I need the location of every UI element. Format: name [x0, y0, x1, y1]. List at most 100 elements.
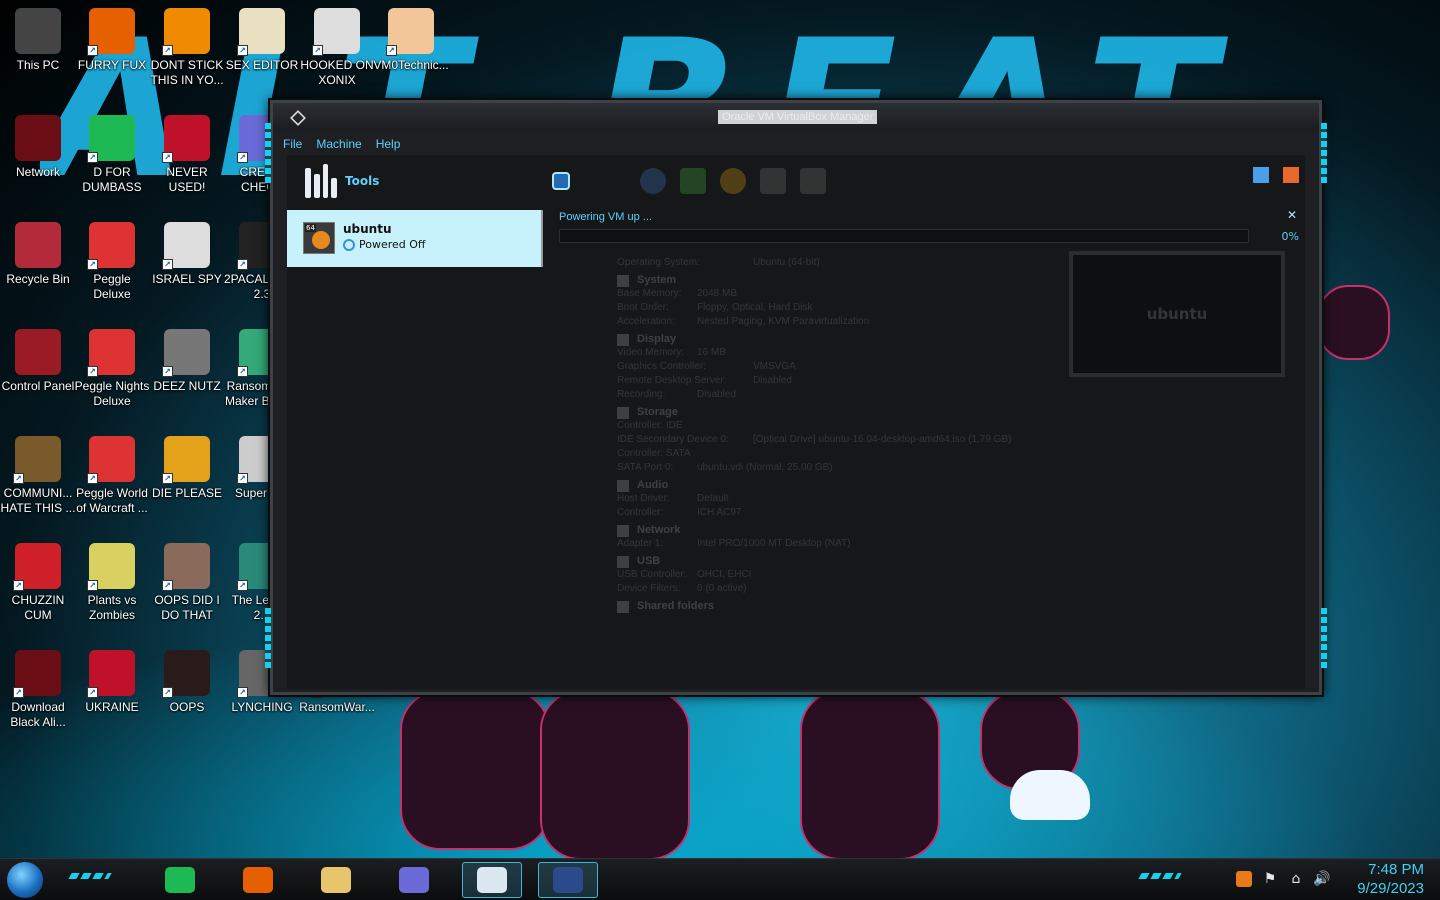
download-orb-icon: ↗ — [13, 650, 61, 698]
taskbar-app-green[interactable] — [150, 862, 210, 898]
oops-app-icon: ↗ — [162, 650, 210, 698]
virtualbox-icon — [290, 110, 306, 126]
close-notification-icon[interactable]: ✕ — [1287, 208, 1297, 222]
folder-icon — [321, 867, 351, 893]
shortcut-arrow-icon: ↗ — [13, 687, 24, 698]
desktop-icon[interactable]: Control Panel — [0, 321, 76, 427]
virtualbox-manager-window: Oracle VM VirtualBox Manager File Machin… — [265, 100, 1327, 695]
tray-app-icon[interactable] — [1236, 871, 1252, 887]
details-row: Remote Desktop Server: Disabled — [617, 375, 1077, 387]
shortcut-arrow-icon: ↗ — [87, 152, 98, 163]
desktop-icon[interactable]: ↗ FURRY FUX — [74, 0, 150, 106]
menu-file[interactable]: File — [283, 137, 302, 151]
taskbar-firefox[interactable] — [228, 862, 288, 898]
window-titlebar[interactable]: Oracle VM VirtualBox Manager — [273, 103, 1319, 131]
desktop-icon[interactable]: ↗ DONT STICK THIS IN YO... — [149, 0, 225, 106]
detail-value: OHCI, EHCI — [697, 569, 752, 580]
desktop-icon-label: This PC — [16, 58, 60, 72]
menu-help[interactable]: Help — [376, 137, 401, 151]
details-section-title[interactable]: Display — [617, 333, 1077, 346]
details-row: Device Filters: 0 (0 active) — [617, 583, 1077, 595]
details-row: Video Memory: 16 MB — [617, 347, 1077, 359]
desktop-icon[interactable]: ↗ SEX EDITOR — [224, 0, 300, 106]
desktop-icon[interactable]: ↗ HOOKED ON XONIX — [299, 0, 375, 106]
desktop-icon[interactable]: ↗ CHUZZIN CUM — [0, 535, 76, 641]
desktop-icon-label: Control Panel — [1, 379, 75, 393]
discard-icon[interactable] — [760, 168, 786, 194]
shortcut-arrow-icon: ↗ — [237, 366, 248, 377]
volume-icon[interactable]: 🔊 — [1313, 871, 1330, 887]
desktop-icon[interactable]: ↗ DIE PLEASE — [149, 428, 225, 534]
desktop-icon-label: LYNCHING — [231, 700, 293, 714]
start-arrow-icon[interactable] — [800, 168, 826, 194]
shortcut-arrow-icon: ↗ — [162, 473, 173, 484]
detail-value: Intel PRO/1000 MT Desktop (NAT) — [697, 538, 851, 549]
action-center-flag-icon[interactable]: ⚑ — [1262, 871, 1278, 887]
peggle-wow-icon: ↗ — [87, 436, 135, 484]
system-tray: ⚑ ⌂ 🔊 — [1236, 871, 1331, 887]
desktop-icon[interactable]: ↗ D FOR DUMBASS — [74, 107, 150, 213]
desktop-icon[interactable]: ↗ Plants vs Zombies — [74, 535, 150, 641]
desktop-icon[interactable]: ↗ Download Black Ali... — [0, 642, 76, 748]
desktop-icon[interactable]: Recycle Bin — [0, 214, 76, 320]
desktop-icon[interactable]: ↗ NEVER USED! — [149, 107, 225, 213]
sort-list-icon[interactable] — [1253, 167, 1269, 183]
details-section-title[interactable]: Network — [617, 524, 1077, 537]
desktop-icon[interactable]: ↗ OOPS — [149, 642, 225, 748]
details-section-title[interactable]: Shared folders — [617, 600, 1077, 613]
frame-deco-right-bottom — [1321, 608, 1327, 668]
desktop-icon[interactable]: ↗ DEEZ NUTZ — [149, 321, 225, 427]
menu-machine[interactable]: Machine — [316, 137, 361, 151]
wallpaper-figure-right — [800, 690, 940, 860]
tools-menu-icon[interactable] — [1283, 167, 1299, 183]
detail-value: ubuntu.vdi (Normal, 25.00 GB) — [697, 462, 833, 473]
desktop-icon[interactable]: ↗ Peggle Deluxe — [74, 214, 150, 320]
tools-item[interactable]: Tools — [287, 155, 543, 207]
tools-label: Tools — [345, 174, 380, 188]
firefox-icon — [243, 867, 273, 893]
details-section-title[interactable]: System — [617, 274, 1077, 287]
taskbar-virtualbox[interactable] — [538, 862, 598, 898]
desktop-icon[interactable]: This PC — [0, 0, 76, 106]
add-vm-icon[interactable] — [680, 168, 706, 194]
taskbar-window-app[interactable] — [384, 862, 444, 898]
taskbar-task-app[interactable] — [462, 862, 522, 898]
desktop-icon[interactable]: Network — [0, 107, 76, 213]
desktop-icon[interactable]: ↗ OOPS DID I DO THAT — [149, 535, 225, 641]
desktop-icon-label: DIE PLEASE — [151, 486, 223, 500]
shortcut-arrow-icon: ↗ — [237, 687, 248, 698]
manager-client-area: Tools 64 ubuntu Powered Off Powering VM … — [287, 155, 1305, 689]
details-toggle-icon[interactable] — [552, 172, 570, 190]
computer-icon — [15, 8, 61, 54]
settings-gear-icon[interactable] — [720, 168, 746, 194]
details-section-title[interactable]: Storage — [617, 406, 1077, 419]
desktop-icon-label: COMMUNI... HATE THIS ... — [0, 486, 76, 515]
details-section-title[interactable]: Audio — [617, 479, 1077, 492]
shortcut-arrow-icon: ↗ — [237, 45, 248, 56]
desktop-icon-label: VM0Technic... — [373, 58, 449, 72]
desktop-icon[interactable]: ↗ ISRAEL SPY — [149, 214, 225, 320]
shortcut-arrow-icon: ↗ — [87, 687, 98, 698]
start-button[interactable] — [7, 862, 43, 898]
details-section-title[interactable]: USB — [617, 555, 1077, 568]
task-window-icon — [477, 867, 507, 893]
vm-list-item-ubuntu[interactable]: 64 ubuntu Powered Off — [287, 210, 543, 267]
desktop-icon[interactable]: ↗ VM0Technic... — [373, 0, 449, 106]
clock[interactable]: 7:48 PM 9/29/2023 — [1357, 860, 1424, 898]
new-vm-icon[interactable] — [640, 168, 666, 194]
progress-bar — [559, 229, 1249, 243]
shortcut-arrow-icon: ↗ — [87, 45, 98, 56]
desktop-icon[interactable]: ↗ Peggle World of Warcraft ... — [74, 428, 150, 534]
details-row: Recording: Disabled — [617, 389, 1077, 401]
desktop-icon-label: NEVER USED! — [166, 165, 208, 194]
desktop-icon[interactable]: ↗ Peggle Nights Deluxe — [74, 321, 150, 427]
detail-key: Controller: IDE — [617, 420, 683, 431]
desktop-icon[interactable]: ↗ COMMUNI... HATE THIS ... — [0, 428, 76, 534]
detail-key: Adapter 1: — [617, 538, 664, 549]
taskbar-explorer[interactable] — [306, 862, 366, 898]
wallpaper-figure-center — [540, 690, 690, 860]
network-icon[interactable]: ⌂ — [1288, 871, 1304, 887]
details-row: Host Driver: Default — [617, 493, 1077, 505]
hxd-editor-icon: ↗ — [237, 8, 285, 56]
desktop-icon[interactable]: ↗ UKRAINE — [74, 642, 150, 748]
